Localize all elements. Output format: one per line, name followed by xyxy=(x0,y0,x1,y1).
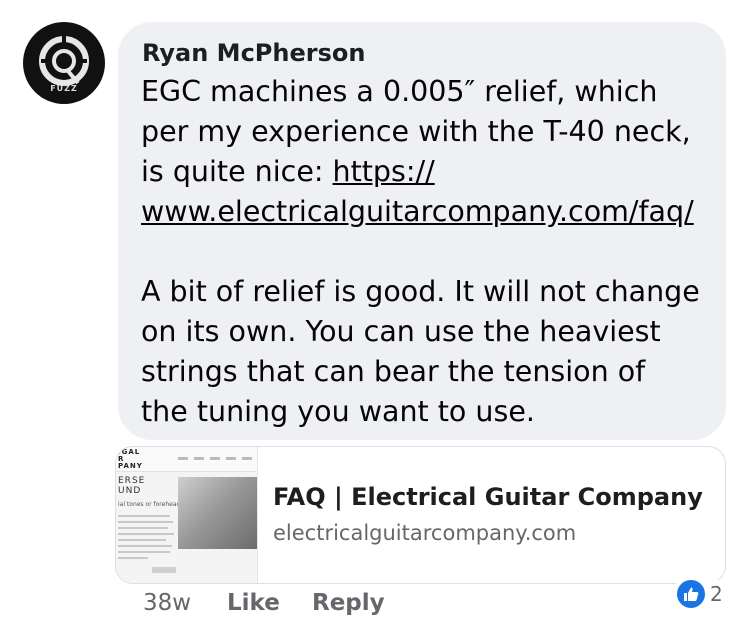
link-preview-card[interactable]: IGAL R PANY ERSE UND ial tones or forehe… xyxy=(115,446,726,584)
comment-link-part2[interactable]: www.electricalguitarcompany.com/faq/ xyxy=(141,195,694,228)
link-preview-domain: electricalguitarcompany.com xyxy=(273,521,577,545)
like-button[interactable]: Like xyxy=(227,590,280,616)
reply-button[interactable]: Reply xyxy=(312,590,385,616)
comment-bubble: Ryan McPherson EGC machines a 0.005″ rel… xyxy=(118,22,726,440)
comment-line: is quite nice: https:// xyxy=(141,152,716,192)
avatar[interactable]: FUZZ xyxy=(23,22,105,104)
comment-line-prefix: is quite nice: xyxy=(141,155,333,188)
thumbnail-text-line xyxy=(118,515,170,517)
comment-line: the tuning you want to use. xyxy=(141,395,535,428)
thumbnail-text-line xyxy=(118,533,174,535)
comment-line: A bit of relief is good. It will not cha… xyxy=(141,275,700,308)
thumbnail-text-line xyxy=(118,527,168,529)
comment-line: strings that can bear the tension of xyxy=(141,355,646,388)
comment-author[interactable]: Ryan McPherson xyxy=(142,39,365,67)
thumbnail-nav-item xyxy=(210,457,220,460)
thumbnail-nav-item xyxy=(194,457,204,460)
thumbnail-text-line xyxy=(118,557,148,559)
thumbnail-text-line xyxy=(118,521,173,523)
link-preview-title[interactable]: FAQ | Electrical Guitar Company xyxy=(273,483,703,511)
thumbnail-text-line xyxy=(118,539,166,541)
comment-timestamp[interactable]: 38w xyxy=(143,590,191,616)
thumbnail-button xyxy=(152,567,176,573)
thumbnail-text-line xyxy=(118,545,172,547)
comment-line: on its own. You can use the heaviest xyxy=(141,315,661,348)
link-preview-thumbnail[interactable]: IGAL R PANY ERSE UND ial tones or forehe… xyxy=(116,447,258,583)
reactions-summary[interactable]: 2 xyxy=(673,578,725,610)
thumbnail-nav-item xyxy=(178,457,188,460)
thumbs-up-icon xyxy=(675,578,707,610)
thumbnail-text-line xyxy=(118,551,170,553)
comment-line: EGC machines a 0.005″ relief, which xyxy=(141,75,658,108)
comment-link-part1[interactable]: https:// xyxy=(333,155,435,188)
thumbnail-nav-item xyxy=(242,457,252,460)
thumbnail-logo: IGAL R PANY xyxy=(118,448,143,470)
reaction-count: 2 xyxy=(710,582,723,606)
thumbnail-heading: ERSE UND xyxy=(118,476,146,496)
comment-line: per my experience with the T-40 neck, xyxy=(141,115,691,148)
thumbnail-photo xyxy=(178,477,257,549)
comment-line: www.electricalguitarcompany.com/faq/ xyxy=(141,192,716,232)
thumbnail-nav-item xyxy=(226,457,236,460)
thumbnail-subtitle: ial tones or forehead xyxy=(118,501,181,508)
comment-text: EGC machines a 0.005″ relief, which per … xyxy=(141,72,716,432)
avatar-label: FUZZ xyxy=(50,84,78,93)
